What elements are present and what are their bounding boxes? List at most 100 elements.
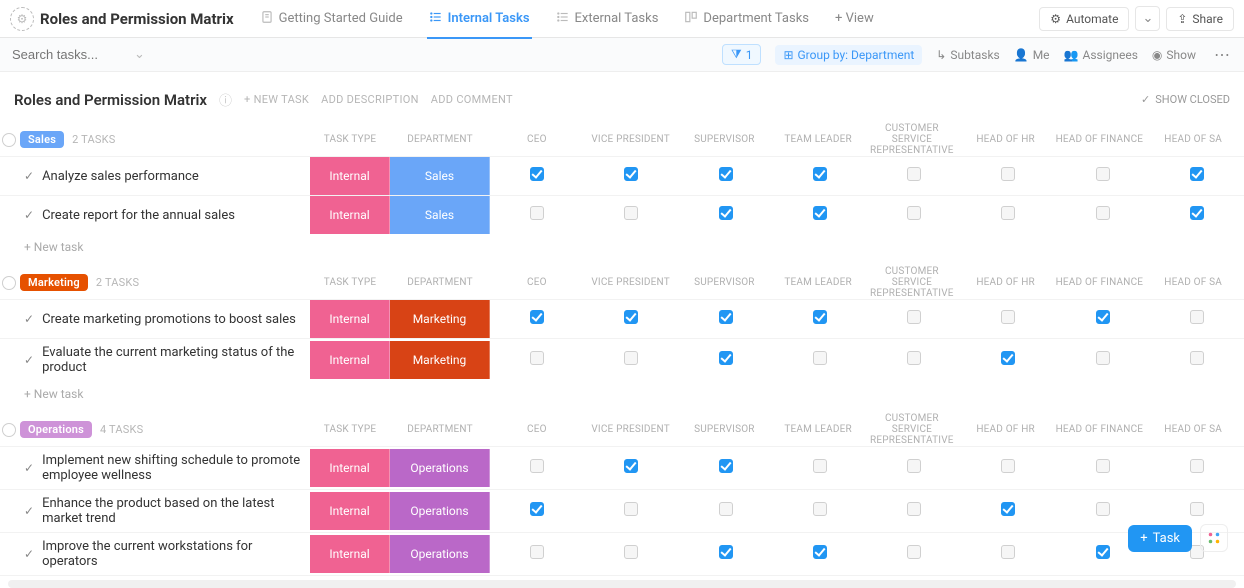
role-checkbox[interactable] [907,502,921,516]
status-check-icon[interactable]: ✓ [24,353,34,367]
role-checkbox[interactable] [1190,206,1204,220]
new-task-row[interactable]: + New task [0,234,1244,260]
status-check-icon[interactable]: ✓ [24,461,34,475]
role-checkbox[interactable] [624,459,638,473]
role-checkbox[interactable] [1001,545,1015,559]
automate-chevron[interactable]: ⌄ [1135,6,1160,31]
role-checkbox[interactable] [1190,167,1204,181]
status-check-icon[interactable]: ✓ [24,312,34,326]
info-icon[interactable]: ⓘ [219,90,232,109]
department-tag[interactable]: Marketing [390,300,490,338]
task-type-tag[interactable]: Internal [310,341,390,379]
tab-internal-tasks[interactable]: Internal Tasks [419,0,540,38]
role-checkbox[interactable] [907,167,921,181]
task-type-tag[interactable]: Internal [310,535,390,573]
role-checkbox[interactable] [1001,351,1015,365]
department-tag[interactable]: Marketing [390,341,490,379]
share-button[interactable]: ⇪ Share [1166,7,1234,31]
group-pill[interactable]: Sales [20,131,64,148]
group-pill[interactable]: Marketing [20,274,88,291]
role-checkbox[interactable] [907,351,921,365]
role-checkbox[interactable] [813,206,827,220]
status-check-icon[interactable]: ✓ [24,504,34,518]
role-checkbox[interactable] [1190,502,1204,516]
show-closed-toggle[interactable]: ✓ SHOW CLOSED [1141,93,1230,106]
role-checkbox[interactable] [624,545,638,559]
more-menu[interactable]: ⋯ [1210,45,1234,64]
role-checkbox[interactable] [719,206,733,220]
horizontal-scrollbar[interactable] [8,580,1236,588]
assignees-pill[interactable]: 👥 Assignees [1064,48,1138,62]
status-check-icon[interactable]: ✓ [24,169,34,183]
role-checkbox[interactable] [624,167,638,181]
tab-department-tasks[interactable]: Department Tasks [674,0,819,38]
group-by-pill[interactable]: ⊞ Group by: Department [775,45,922,65]
department-tag[interactable]: Operations [390,449,490,487]
chevron-down-icon[interactable]: ⌄ [134,47,145,62]
role-checkbox[interactable] [719,502,733,516]
tab-getting-started[interactable]: Getting Started Guide [250,0,413,38]
role-checkbox[interactable] [719,459,733,473]
role-checkbox[interactable] [530,167,544,181]
role-checkbox[interactable] [907,459,921,473]
table-row[interactable]: ✓ Analyze sales performanceInternalSales [0,156,1244,195]
task-type-tag[interactable]: Internal [310,492,390,530]
table-row[interactable]: ✓ Enhance the product based on the lates… [0,489,1244,532]
task-type-tag[interactable]: Internal [310,300,390,338]
status-check-icon[interactable]: ✓ [24,208,34,222]
role-checkbox[interactable] [907,206,921,220]
subtasks-pill[interactable]: ↳ Subtasks [936,48,999,62]
role-checkbox[interactable] [1096,206,1110,220]
role-checkbox[interactable] [813,310,827,324]
add-description-action[interactable]: ADD DESCRIPTION [321,93,419,106]
role-checkbox[interactable] [624,310,638,324]
department-tag[interactable]: Sales [390,157,490,195]
create-task-button[interactable]: + Task [1128,525,1192,552]
role-checkbox[interactable] [1096,545,1110,559]
role-checkbox[interactable] [1001,310,1015,324]
add-comment-action[interactable]: ADD COMMENT [431,93,513,106]
task-type-tag[interactable]: Internal [310,449,390,487]
table-row[interactable]: ✓ Create report for the annual salesInte… [0,195,1244,234]
role-checkbox[interactable] [1190,351,1204,365]
department-tag[interactable]: Operations [390,492,490,530]
role-checkbox[interactable] [1190,310,1204,324]
filter-pill[interactable]: ⧩ 1 [722,44,761,65]
list-settings-icon[interactable]: ⚙ [10,7,34,31]
table-row[interactable]: ✓ Improve the current workstations for o… [0,532,1244,576]
status-check-icon[interactable]: ✓ [24,547,34,561]
role-checkbox[interactable] [1096,351,1110,365]
role-checkbox[interactable] [813,351,827,365]
role-checkbox[interactable] [813,545,827,559]
task-type-tag[interactable]: Internal [310,196,390,234]
group-toggle[interactable] [2,276,16,290]
role-checkbox[interactable] [1096,310,1110,324]
group-toggle[interactable] [2,423,16,437]
role-checkbox[interactable] [624,206,638,220]
role-checkbox[interactable] [719,167,733,181]
role-checkbox[interactable] [1001,502,1015,516]
role-checkbox[interactable] [1096,459,1110,473]
role-checkbox[interactable] [719,545,733,559]
role-checkbox[interactable] [530,206,544,220]
group-toggle[interactable] [2,133,16,147]
role-checkbox[interactable] [624,351,638,365]
role-checkbox[interactable] [624,502,638,516]
role-checkbox[interactable] [719,351,733,365]
apps-button[interactable] [1200,524,1228,552]
department-tag[interactable]: Sales [390,196,490,234]
add-view[interactable]: + View [825,0,884,38]
role-checkbox[interactable] [813,167,827,181]
role-checkbox[interactable] [530,545,544,559]
role-checkbox[interactable] [1001,167,1015,181]
group-pill[interactable]: Operations [20,421,92,438]
task-type-tag[interactable]: Internal [310,157,390,195]
me-pill[interactable]: 👤 Me [1014,48,1050,62]
role-checkbox[interactable] [530,459,544,473]
new-task-action[interactable]: + NEW TASK [244,93,309,106]
role-checkbox[interactable] [530,310,544,324]
role-checkbox[interactable] [1001,459,1015,473]
automate-button[interactable]: ⚙ Automate [1039,7,1129,31]
role-checkbox[interactable] [1001,206,1015,220]
tab-external-tasks[interactable]: External Tasks [546,0,669,38]
